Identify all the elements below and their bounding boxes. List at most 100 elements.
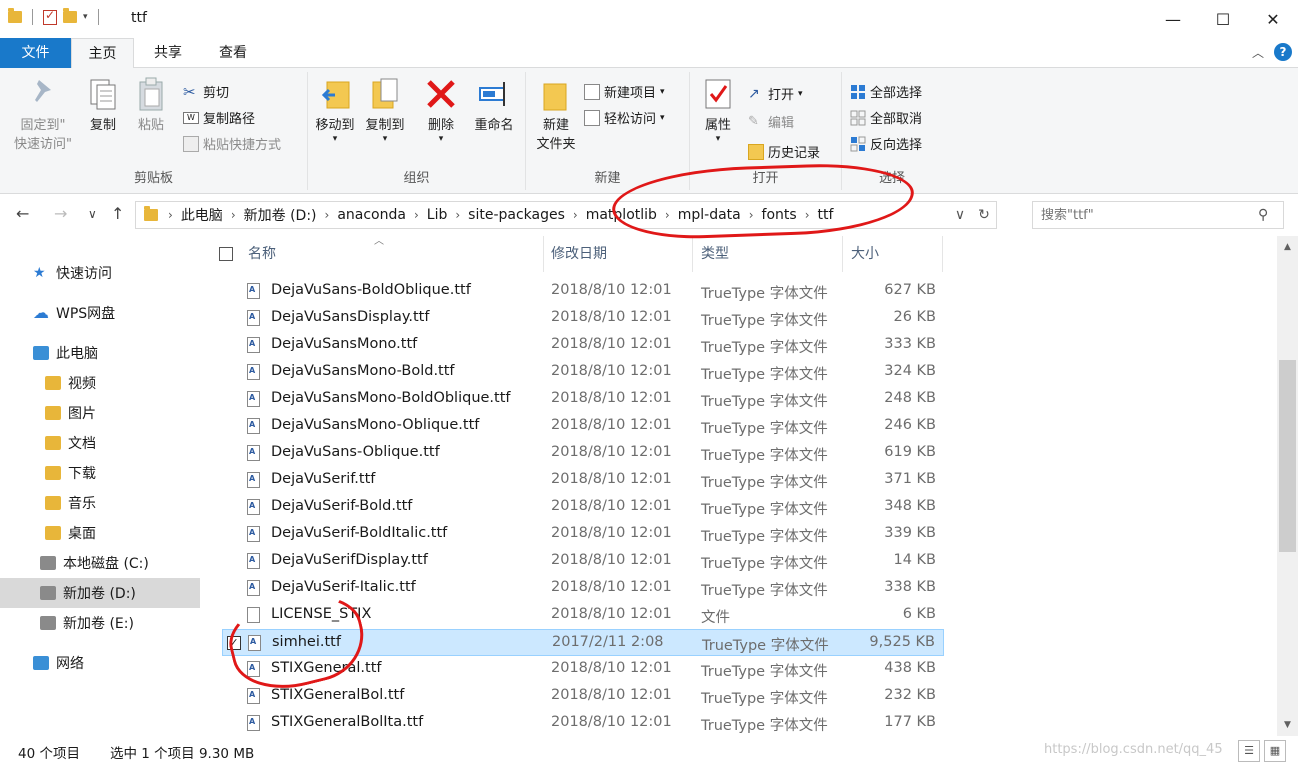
properties-button[interactable]: 属性 ▾ <box>698 76 738 144</box>
nav-item[interactable]: 文档 <box>0 428 200 458</box>
select-none-button[interactable]: 全部取消 <box>850 108 922 127</box>
file-row[interactable]: DejaVuSans-Oblique.ttf 2018/8/10 12:01 Tru… <box>222 440 944 467</box>
file-row[interactable]: DejaVuSansMono.ttf 2018/8/10 12:01 TrueTyp… <box>222 332 944 359</box>
breadcrumb-item[interactable]: ttf <box>818 207 834 223</box>
recent-locations-button[interactable]: ∨ <box>88 207 97 221</box>
up-button[interactable]: ↑ <box>111 204 124 223</box>
vertical-scrollbar[interactable]: ▲ ▼ <box>1277 236 1298 736</box>
address-bar[interactable]: › 此电脑 › 新加卷 (D:) › anaconda › Lib › site… <box>135 201 997 229</box>
window-title: ttf <box>131 10 147 26</box>
breadcrumb-item[interactable]: 此电脑 <box>181 205 223 225</box>
scroll-down-icon[interactable]: ▼ <box>1277 720 1298 730</box>
nav-item[interactable]: 视频 <box>0 368 200 398</box>
nav-item[interactable]: 新加卷 (E:) <box>0 608 200 638</box>
file-row[interactable]: STIXGeneralBolIta.ttf 2018/8/10 12:01 True… <box>222 710 944 736</box>
refresh-icon[interactable]: ↻ <box>972 207 996 223</box>
file-row[interactable]: DejaVuSansMono-Oblique.ttf 2018/8/10 12:0… <box>222 413 944 440</box>
new-folder-icon[interactable] <box>63 8 77 23</box>
close-button[interactable]: ✕ <box>1248 0 1298 38</box>
delete-button[interactable]: 删除 ▾ <box>422 76 460 144</box>
cut-button[interactable]: ✂ 剪切 <box>183 82 229 102</box>
file-row[interactable]: LICENSE_STIX 2018/8/10 12:01 文件 6 KB <box>222 602 944 629</box>
row-checkbox[interactable]: ✓ <box>227 636 241 650</box>
open-button[interactable]: ↗ 打开 ▾ <box>748 84 803 104</box>
new-item-button[interactable]: 新建项目 ▾ <box>584 82 665 101</box>
breadcrumb-item[interactable]: mpl-data <box>678 207 741 223</box>
copy-path-button[interactable]: W 复制路径 <box>183 108 255 127</box>
nav-item[interactable]: 此电脑 <box>0 338 200 368</box>
help-button[interactable]: ? <box>1274 43 1292 61</box>
file-row[interactable]: DejaVuSansMono-BoldOblique.ttf 2018/8/10 … <box>222 386 944 413</box>
breadcrumb-item[interactable]: matplotlib <box>586 207 657 223</box>
nav-item[interactable]: 网络 <box>0 648 200 678</box>
file-name: DejaVuSansMono-Oblique.ttf <box>271 417 480 433</box>
nav-item[interactable]: 下载 <box>0 458 200 488</box>
paste-button[interactable]: 粘贴 <box>132 76 170 135</box>
column-header-date[interactable]: 修改日期 <box>545 236 693 272</box>
file-date: 2018/8/10 12:01 <box>551 390 672 406</box>
large-icons-view-icon[interactable]: ▦ <box>1264 740 1286 762</box>
file-row[interactable]: DejaVuSerifDisplay.ttf 2018/8/10 12:01 Tru… <box>222 548 944 575</box>
properties-icon[interactable] <box>43 8 57 25</box>
column-header-size[interactable]: 大小 <box>845 236 943 272</box>
scroll-thumb[interactable] <box>1279 360 1296 552</box>
history-button[interactable]: 历史记录 <box>748 142 820 161</box>
breadcrumb-item[interactable]: anaconda <box>337 207 406 223</box>
tab-view[interactable]: 查看 <box>205 38 261 68</box>
search-input[interactable] <box>1032 201 1284 229</box>
pin-quick-access-button[interactable]: 固定到" 快速访问" <box>8 76 78 154</box>
easy-access-button[interactable]: 轻松访问 ▾ <box>584 108 665 127</box>
details-view-icon[interactable]: ☰ <box>1238 740 1260 762</box>
column-header-type[interactable]: 类型 <box>695 236 843 272</box>
tab-home[interactable]: 主页 <box>71 38 134 69</box>
scroll-up-icon[interactable]: ▲ <box>1277 242 1298 252</box>
select-all-checkbox[interactable] <box>219 247 233 261</box>
nav-item[interactable]: ☁ WPS网盘 <box>0 298 200 328</box>
nav-item[interactable]: 本地磁盘 (C:) <box>0 548 200 578</box>
breadcrumb-item[interactable]: 新加卷 (D:) <box>244 205 317 225</box>
file-row[interactable]: DejaVuSansMono-Bold.ttf 2018/8/10 12:01 Tr… <box>222 359 944 386</box>
select-all-button[interactable]: 全部选择 <box>850 82 922 101</box>
file-size: 333 KB <box>884 336 936 352</box>
chevron-down-icon[interactable]: ∨ <box>948 207 972 223</box>
file-type: TrueType 字体文件 <box>701 691 828 707</box>
breadcrumb-item[interactable]: Lib <box>427 207 448 223</box>
copy-button[interactable]: 复制 <box>84 76 122 135</box>
nav-item[interactable]: 桌面 <box>0 518 200 548</box>
file-row[interactable]: DejaVuSerif-BoldItalic.ttf 2018/8/10 12:0… <box>222 521 944 548</box>
breadcrumb-item[interactable]: site-packages <box>468 207 565 223</box>
rename-button[interactable]: 重命名 <box>468 76 520 135</box>
edit-button[interactable]: ✎ 编辑 <box>748 112 794 132</box>
move-to-button[interactable]: 移动到 ▾ <box>312 76 358 144</box>
minimize-button[interactable]: — <box>1148 0 1198 38</box>
file-row[interactable]: DejaVuSans-BoldOblique.ttf 2018/8/10 12:0… <box>222 278 944 305</box>
nav-item[interactable]: 音乐 <box>0 488 200 518</box>
tab-file[interactable]: 文件 <box>0 38 71 68</box>
column-header-name[interactable]: 名称 <box>242 236 544 272</box>
nav-item[interactable]: ★ 快速访问 <box>0 258 200 288</box>
nav-item[interactable]: 新加卷 (D:) <box>0 578 200 608</box>
folder-icon[interactable] <box>8 8 22 23</box>
file-row[interactable]: STIXGeneral.ttf 2018/8/10 12:01 TrueType 字… <box>222 656 944 683</box>
file-date: 2018/8/10 12:01 <box>551 498 672 514</box>
invert-selection-button[interactable]: 反向选择 <box>850 134 922 153</box>
collapse-ribbon-icon[interactable]: ︿ <box>1252 44 1264 61</box>
file-row[interactable]: DejaVuSerif-Bold.ttf 2018/8/10 12:01 TrueT… <box>222 494 944 521</box>
copy-to-button[interactable]: 复制到 ▾ <box>362 76 408 144</box>
file-row[interactable]: ✓ simhei.ttf 2017/2/11 2:08 TrueType 字体文件 9,… <box>222 629 944 656</box>
forward-button[interactable]: → <box>54 204 67 223</box>
maximize-button[interactable]: ☐ <box>1198 0 1248 38</box>
file-row[interactable]: STIXGeneralBol.ttf 2018/8/10 12:01 TrueTyp… <box>222 683 944 710</box>
nav-item[interactable]: 图片 <box>0 398 200 428</box>
file-row[interactable]: DejaVuSerif.ttf 2018/8/10 12:01 TrueType 字… <box>222 467 944 494</box>
chevron-down-icon[interactable]: ▾ <box>83 12 88 22</box>
tab-share[interactable]: 共享 <box>140 38 196 68</box>
file-date: 2018/8/10 12:01 <box>551 552 672 568</box>
new-folder-button[interactable]: 新建 文件夹 <box>530 76 582 154</box>
paste-shortcut-button[interactable]: 粘贴快捷方式 <box>183 134 281 153</box>
file-row[interactable]: DejaVuSerif-Italic.ttf 2018/8/10 12:01 Tru… <box>222 575 944 602</box>
file-row[interactable]: DejaVuSansDisplay.ttf 2018/8/10 12:01 True… <box>222 305 944 332</box>
file-type: TrueType 字体文件 <box>701 475 828 491</box>
breadcrumb-item[interactable]: fonts <box>762 207 797 223</box>
back-button[interactable]: ← <box>16 204 29 223</box>
